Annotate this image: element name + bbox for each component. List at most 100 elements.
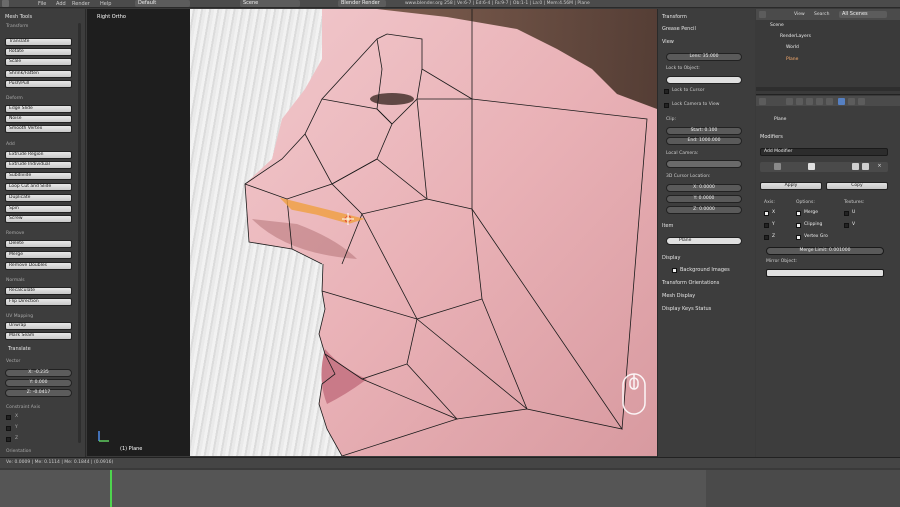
texture-v-checkbox[interactable] (844, 223, 849, 228)
edge-slide-button[interactable]: Edge Slide (5, 105, 72, 113)
cursor-x-field[interactable]: X: 0.0000 (666, 184, 742, 192)
display-keys-header[interactable]: Display Keys Status (662, 306, 711, 312)
flip-direction-button[interactable]: Flip Direction (5, 298, 72, 306)
scene-tab-icon[interactable] (786, 98, 793, 105)
vertex-groups-checkbox[interactable] (796, 235, 801, 240)
constraint-x-checkbox[interactable] (6, 415, 11, 420)
apply-button[interactable]: Apply (760, 182, 822, 190)
texture-tab-icon[interactable] (858, 98, 865, 105)
merge-button[interactable]: Merge (5, 251, 72, 259)
menu-help[interactable]: Help (100, 1, 111, 7)
modifier-close-icon[interactable]: × (876, 163, 883, 170)
menu-add[interactable]: Add (56, 1, 66, 7)
lock-cursor-checkbox[interactable] (664, 89, 669, 94)
recalculate-button[interactable]: Recalculate (5, 287, 72, 295)
transform-panel-header[interactable]: Transform (662, 14, 687, 20)
vector-z-field[interactable]: Z: -0.0417 (5, 389, 72, 397)
remove-doubles-button[interactable]: Remove Doubles (5, 262, 72, 270)
outliner-scrollbar[interactable] (756, 87, 900, 91)
view-panel-header[interactable]: View (662, 39, 674, 45)
constraint-z-checkbox[interactable] (6, 437, 11, 442)
vector-x-field[interactable]: X: -0.235 (5, 369, 72, 377)
outliner-scene-item[interactable]: Scene (770, 23, 784, 28)
outliner-renderlayers-item[interactable]: RenderLayers (780, 34, 811, 39)
spin-button[interactable]: Spin (5, 205, 72, 213)
outliner-search-menu[interactable]: Search (814, 12, 829, 17)
menu-file[interactable]: File (38, 1, 46, 7)
outliner-filter-select[interactable]: All Scenes (839, 11, 887, 18)
local-camera-field[interactable] (666, 160, 742, 168)
smooth-vertex-button[interactable]: Smooth Vertex (5, 125, 72, 133)
noise-button[interactable]: Noise (5, 115, 72, 123)
screw-button[interactable]: Screw (5, 215, 72, 223)
item-panel-header[interactable]: Item (662, 223, 673, 229)
cursor-z-field[interactable]: Z: 0.0000 (666, 206, 742, 214)
mirror-modifier-header[interactable]: × (760, 162, 888, 172)
modifier-up-icon[interactable] (852, 163, 859, 170)
push-pull-button[interactable]: Push/Pull (5, 80, 72, 88)
texture-u-checkbox[interactable] (844, 211, 849, 216)
outliner-world-item[interactable]: World (786, 45, 799, 50)
display-panel-header[interactable]: Display (662, 255, 680, 261)
timeline-track[interactable] (0, 470, 706, 507)
menu-render[interactable]: Render (72, 1, 90, 7)
render-engine-select[interactable]: Blender Render (338, 0, 386, 7)
current-frame-marker[interactable] (110, 470, 112, 507)
outliner-plane-item[interactable]: Plane (786, 57, 798, 62)
vector-y-field[interactable]: Y: 0.000 (5, 379, 72, 387)
modifiers-panel-header[interactable]: Modifiers (760, 134, 783, 140)
axis-x-checkbox[interactable] (764, 211, 769, 216)
mesh-data-tab-icon[interactable] (838, 98, 845, 105)
material-tab-icon[interactable] (848, 98, 855, 105)
rotate-button[interactable]: Rotate (5, 48, 72, 56)
screen-layout-field[interactable]: Default (135, 0, 190, 7)
modifiers-tab-icon[interactable] (826, 98, 833, 105)
duplicate-button[interactable]: Duplicate (5, 194, 72, 202)
background-images-header[interactable]: Background Images (680, 267, 730, 273)
axis-z-checkbox[interactable] (764, 235, 769, 240)
copy-button[interactable]: Copy (826, 182, 888, 190)
mesh-display-header[interactable]: Mesh Display (662, 293, 695, 299)
delete-button[interactable]: Delete (5, 240, 72, 248)
translate-button[interactable]: Translate (5, 38, 72, 46)
scale-button[interactable]: Scale (5, 58, 72, 66)
clipping-checkbox[interactable] (796, 223, 801, 228)
merge-checkbox[interactable] (796, 211, 801, 216)
modifier-realtime-icon[interactable] (808, 163, 815, 170)
loop-cut-button[interactable]: Loop Cut and Slide (5, 183, 72, 191)
item-name-field[interactable]: Plane (666, 237, 742, 245)
axis-y-checkbox[interactable] (764, 223, 769, 228)
add-modifier-select[interactable]: Add Modifier (760, 148, 888, 156)
outliner-view-menu[interactable]: View (794, 12, 805, 17)
cursor-y-field[interactable]: Y: 0.0000 (666, 195, 742, 203)
extrude-individual-button[interactable]: Extrude Individual (5, 161, 72, 169)
unwrap-button[interactable]: Unwrap (5, 322, 72, 330)
tool-shelf-scrollbar[interactable] (78, 23, 81, 443)
outliner-editor-icon[interactable] (759, 11, 766, 18)
merge-limit-field[interactable]: Merge Limit: 0.001000 (766, 247, 884, 255)
background-images-checkbox[interactable] (672, 268, 677, 273)
mark-seam-button[interactable]: Mark Seam (5, 332, 72, 340)
render-tab-icon[interactable] (759, 98, 766, 105)
extrude-region-button[interactable]: Extrude Region (5, 151, 72, 159)
lock-camera-checkbox[interactable] (664, 103, 669, 108)
modifier-down-icon[interactable] (862, 163, 869, 170)
mirror-object-field[interactable] (766, 269, 884, 277)
lock-object-field[interactable] (666, 76, 742, 84)
scene-field[interactable]: Scene (240, 0, 300, 7)
subdivide-button[interactable]: Subdivide (5, 172, 72, 180)
constraints-tab-icon[interactable] (816, 98, 823, 105)
constraint-y-checkbox[interactable] (6, 426, 11, 431)
mesh-tools-title[interactable]: Mesh Tools (5, 14, 32, 20)
world-tab-icon[interactable] (796, 98, 803, 105)
grease-pencil-panel-header[interactable]: Grease Pencil (662, 26, 696, 32)
clip-start-field[interactable]: Start: 0.100 (666, 127, 742, 135)
translate-panel-title[interactable]: Translate (8, 346, 31, 352)
editor-type-icon[interactable] (2, 0, 9, 7)
3d-viewport[interactable]: Right Ortho (1) Plane (87, 9, 657, 456)
shrink-fatten-button[interactable]: Shrink/Fatten (5, 70, 72, 78)
transform-orientations-header[interactable]: Transform Orientations (662, 280, 719, 286)
clip-end-field[interactable]: End: 1000.000 (666, 137, 742, 145)
object-tab-icon[interactable] (806, 98, 813, 105)
lens-field[interactable]: Lens: 35.000 (666, 53, 742, 61)
